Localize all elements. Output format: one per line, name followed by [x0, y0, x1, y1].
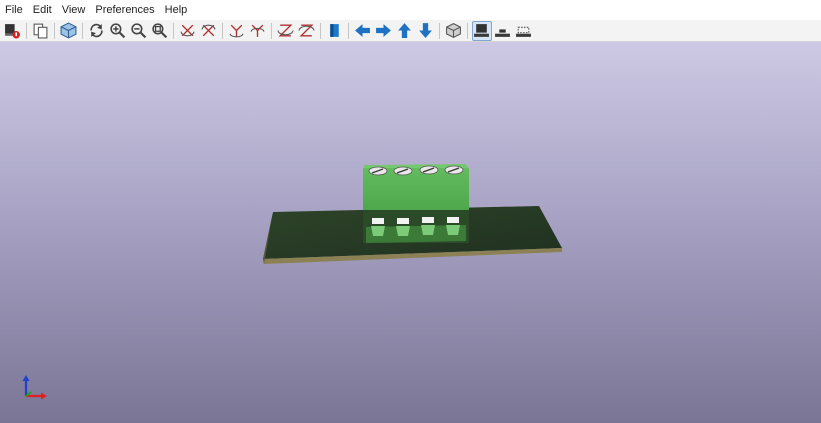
move-right-button[interactable] — [374, 21, 394, 41]
wire-clamp — [446, 225, 460, 235]
menubar: File Edit View Preferences Help — [0, 0, 821, 20]
rotate-z-ccw-icon — [298, 24, 315, 37]
toolbar-separator — [439, 22, 440, 39]
zoom-fit-icon — [152, 23, 168, 39]
render-raytracing-button[interactable] — [3, 21, 23, 41]
wire-entry — [422, 217, 434, 223]
menu-file[interactable]: File — [0, 0, 28, 20]
show-virtual-models-icon — [516, 26, 531, 37]
rotate-y-ccw-icon — [250, 24, 265, 37]
rotate-z-ccw-button[interactable] — [297, 21, 317, 41]
wire-entry — [447, 217, 459, 223]
wire-clamp — [396, 226, 410, 236]
copy-to-clipboard-icon — [33, 23, 48, 39]
reload-icon — [90, 23, 103, 38]
toolbar-separator — [82, 22, 83, 39]
rotate-y-ccw-button[interactable] — [248, 21, 268, 41]
show-virtual-models-button[interactable] — [514, 21, 534, 41]
zoom-in-icon — [110, 23, 126, 39]
zoom-out-icon — [131, 23, 147, 39]
toolbar — [0, 20, 821, 42]
menu-preferences[interactable]: Preferences — [90, 0, 159, 20]
z-axis-arrow — [22, 375, 30, 381]
move-left-icon — [355, 24, 370, 37]
wire-clamp — [421, 225, 435, 235]
rotate-z-cw-button[interactable] — [276, 21, 296, 41]
copy-to-clipboard-button[interactable] — [31, 21, 51, 41]
toolbar-separator — [26, 22, 27, 39]
flip-board-icon — [330, 24, 339, 37]
ortho-toggle-icon — [446, 22, 461, 39]
menu-edit[interactable]: Edit — [28, 0, 57, 20]
reload-button[interactable] — [87, 21, 107, 41]
move-up-icon — [398, 23, 411, 38]
3d-scene — [263, 164, 562, 264]
toolbar-separator — [467, 22, 468, 39]
rotate-y-cw-icon — [229, 24, 244, 38]
show-tht-models-icon — [474, 24, 489, 37]
menu-help[interactable]: Help — [160, 0, 193, 20]
toolbar-separator — [320, 22, 321, 39]
3d-viewport[interactable] — [0, 42, 821, 423]
move-right-icon — [376, 24, 391, 37]
rotate-z-cw-icon — [277, 24, 294, 37]
wire-entry — [397, 218, 409, 224]
toolbar-separator — [54, 22, 55, 39]
rotate-x-ccw-button[interactable] — [199, 21, 219, 41]
rotate-x-cw-icon — [180, 24, 195, 37]
zoom-fit-button[interactable] — [150, 21, 170, 41]
toolbar-separator — [222, 22, 223, 39]
toolbar-separator — [348, 22, 349, 39]
ortho-toggle-button[interactable] — [444, 21, 464, 41]
3d-box-toggle-button[interactable] — [59, 21, 79, 41]
wire-clamp — [371, 226, 385, 236]
rotate-y-cw-button[interactable] — [227, 21, 247, 41]
render-raytracing-icon — [5, 24, 20, 39]
zoom-out-button[interactable] — [129, 21, 149, 41]
toolbar-separator — [173, 22, 174, 39]
move-up-button[interactable] — [395, 21, 415, 41]
zoom-in-button[interactable] — [108, 21, 128, 41]
show-smd-models-icon — [495, 29, 510, 37]
menu-view[interactable]: View — [57, 0, 91, 20]
rotate-x-cw-button[interactable] — [178, 21, 198, 41]
move-down-button[interactable] — [416, 21, 436, 41]
rotate-x-ccw-icon — [201, 24, 216, 37]
show-tht-models-button[interactable] — [471, 20, 492, 41]
move-left-button[interactable] — [353, 21, 373, 41]
show-smd-models-button[interactable] — [493, 21, 513, 41]
move-down-icon — [419, 23, 432, 38]
x-axis-arrow — [41, 392, 47, 400]
toolbar-separator — [271, 22, 272, 39]
terminal-block-connector — [363, 164, 469, 243]
wire-entry — [372, 218, 384, 224]
flip-board-button[interactable] — [325, 21, 345, 41]
axis-indicator — [22, 375, 47, 400]
3d-box-toggle-icon — [60, 22, 77, 39]
